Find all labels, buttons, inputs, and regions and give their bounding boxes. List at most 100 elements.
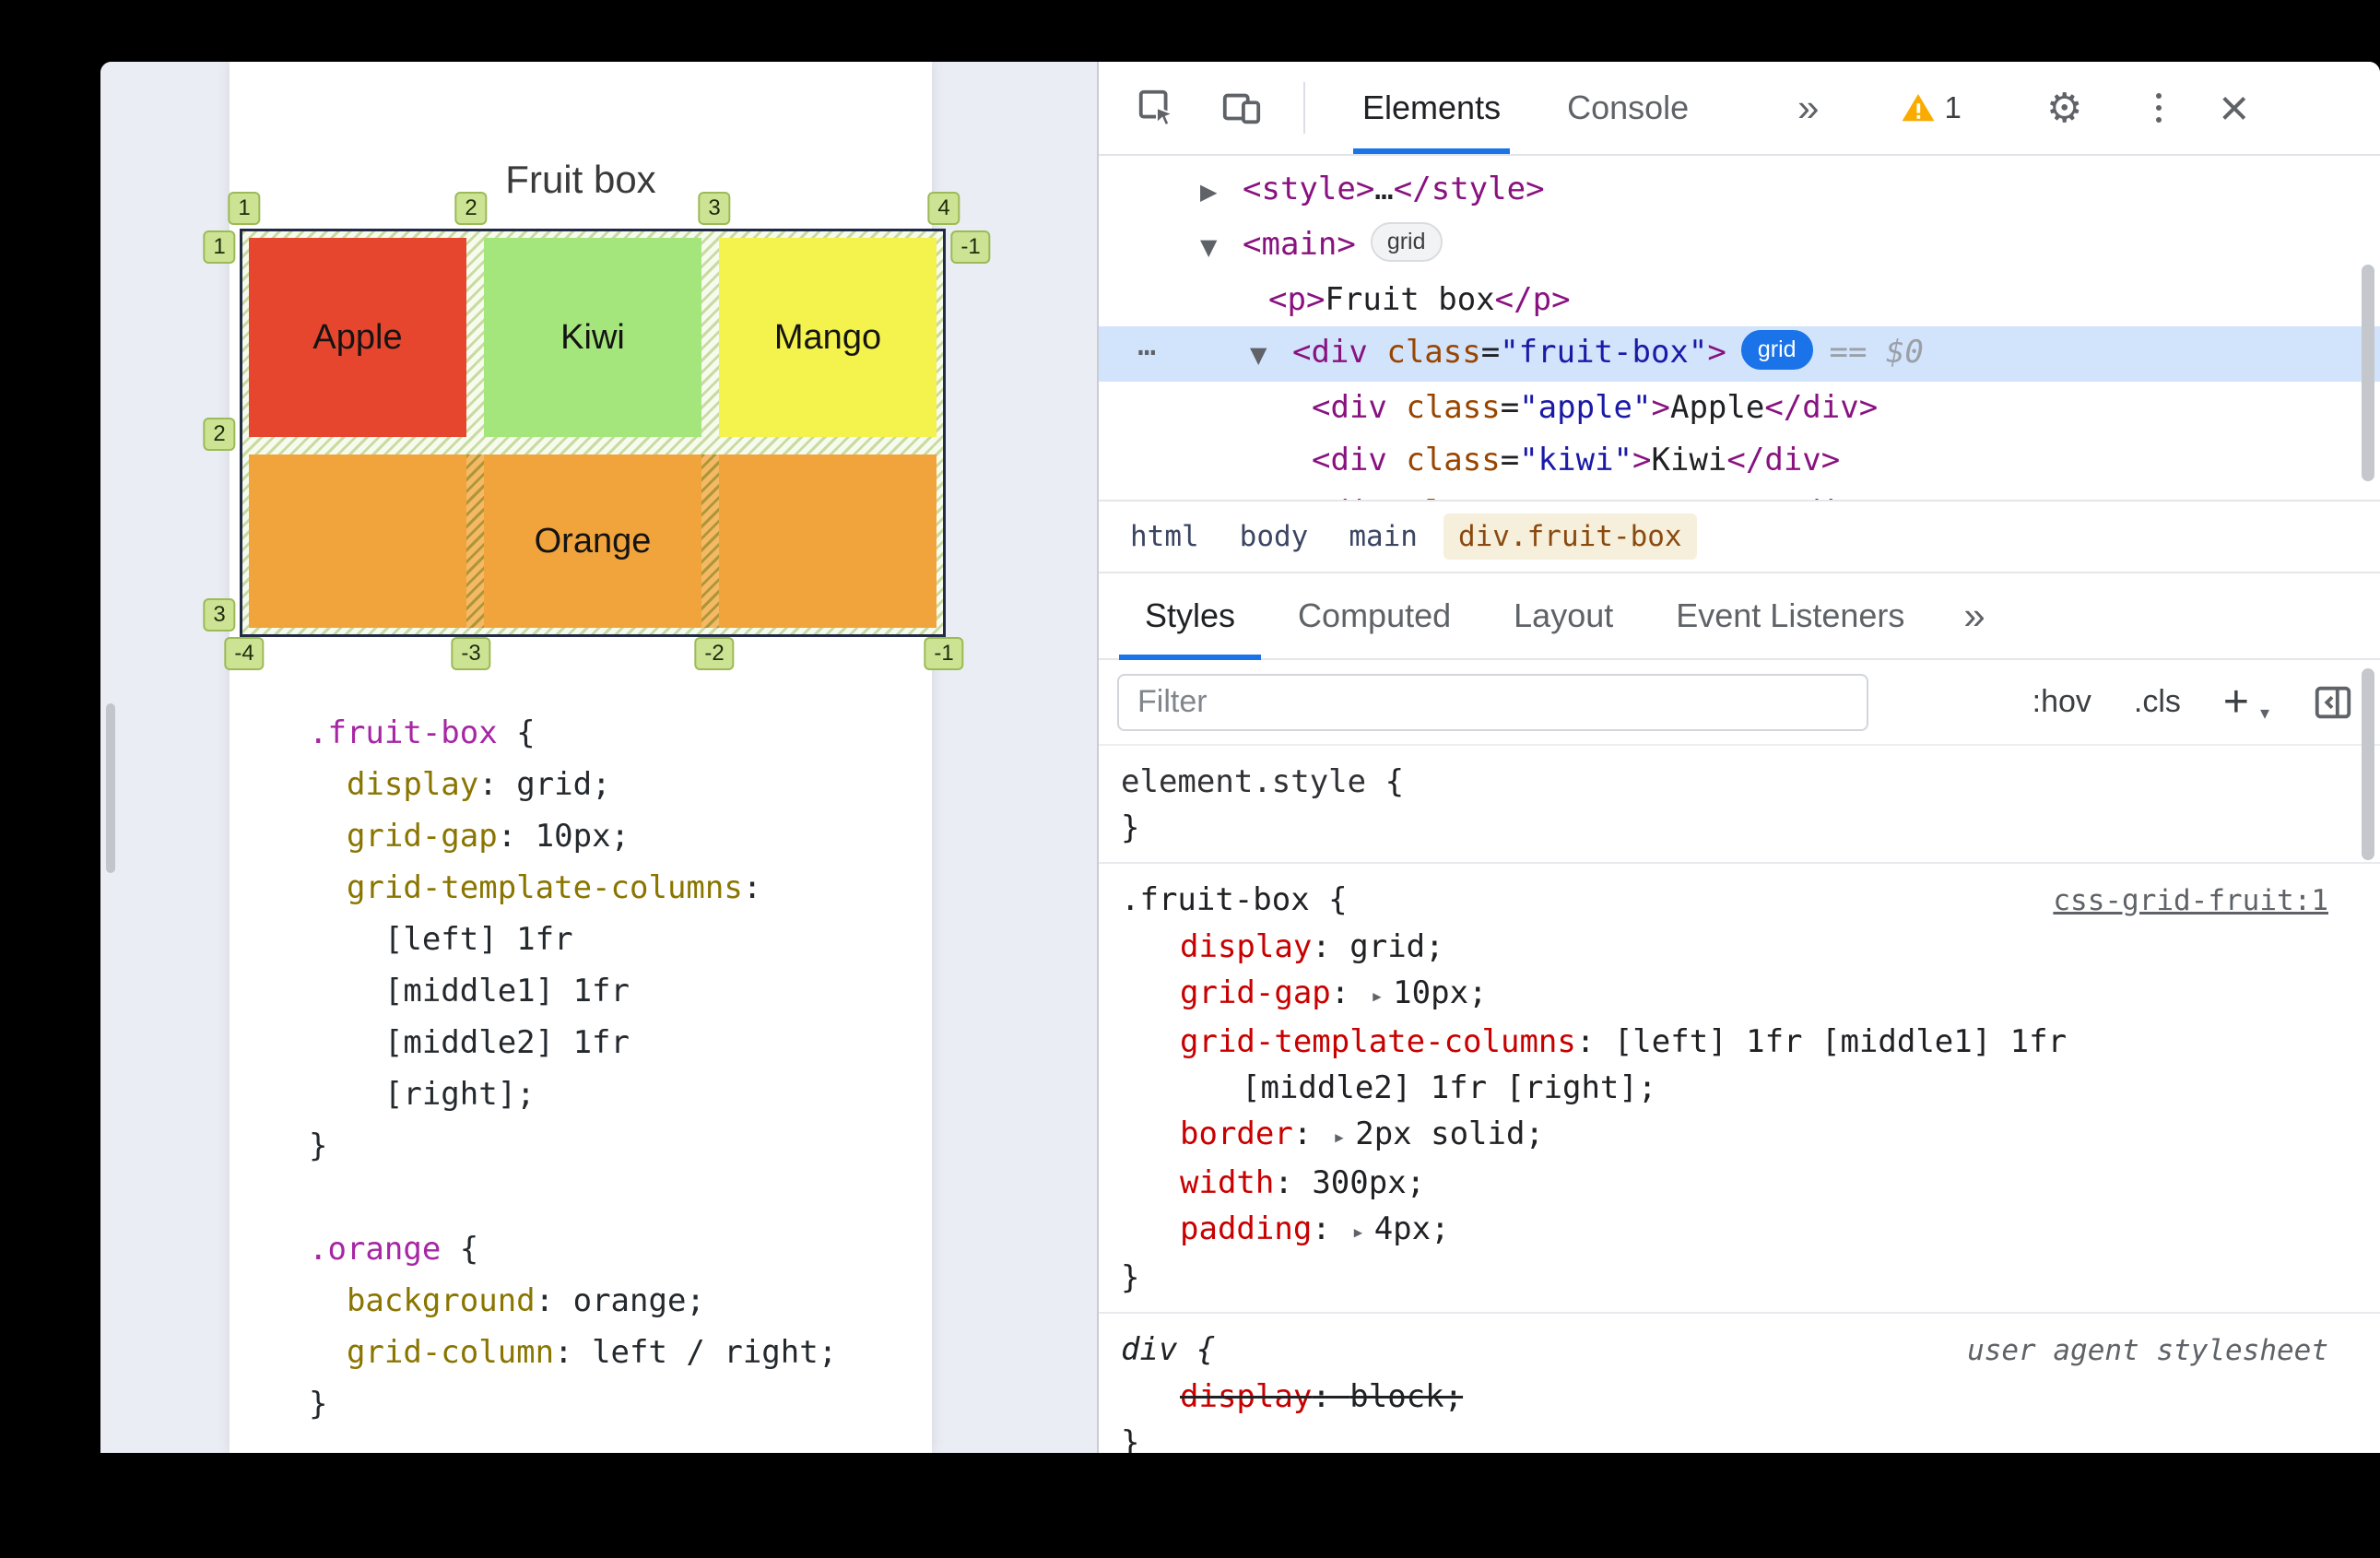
breadcrumb-item[interactable]: html (1115, 513, 1214, 560)
css-rule-close-brace: } (1121, 1259, 1140, 1296)
more-panels-icon[interactable]: » (1963, 594, 1985, 638)
warning-icon (1902, 93, 1934, 122)
dom-tree-node[interactable]: <div class="kiwi">Kiwi</div> (1099, 434, 2380, 487)
toggle-sidebar-icon[interactable] (2312, 681, 2354, 724)
css-rule-close-brace: } (1121, 809, 1140, 846)
css-property[interactable]: width: 300px; (1121, 1160, 2328, 1206)
css-property[interactable]: [middle2] 1fr [right]; (1121, 1065, 2328, 1111)
new-style-rule-button[interactable]: + (2223, 677, 2249, 727)
code-line: grid-template-columns: (346, 869, 762, 906)
grid-line-number-badge: -2 (694, 637, 735, 670)
breadcrumb-item[interactable]: div.fruit-box (1443, 513, 1697, 560)
tab-layout[interactable]: Layout (1482, 573, 1644, 658)
console-warning-badge[interactable]: 1 (1901, 90, 1962, 125)
more-actions-icon[interactable]: ⋯ (1137, 326, 1158, 379)
code-line: } (309, 1386, 328, 1422)
code-line: .orange { (309, 1231, 479, 1268)
css-property[interactable]: grid-template-columns: [left] 1fr [middl… (1121, 1019, 2328, 1065)
tab-computed[interactable]: Computed (1267, 573, 1482, 658)
css-rule: div { user agent stylesheet display: block… (1099, 1314, 2380, 1453)
css-rule: element.style {} (1099, 746, 2380, 864)
css-rule-selector[interactable]: .fruit-box { (1121, 877, 1348, 923)
styles-scrollbar-thumb[interactable] (2362, 668, 2374, 860)
styles-filter-bar: :hov .cls + ▾ (1099, 660, 2380, 746)
breadcrumb-item[interactable]: main (1334, 513, 1432, 560)
grid-cell-kiwi: Kiwi (484, 238, 701, 437)
grid-line-number-badge: 4 (927, 192, 960, 225)
code-line: [middle1] 1fr (309, 973, 630, 1009)
settings-gear-icon[interactable]: ⚙ (2046, 85, 2082, 132)
css-rule-selector[interactable]: div { (1121, 1327, 1215, 1373)
dom-tree-node[interactable]: ▶ <style>…</style> (1099, 163, 2380, 218)
toggle-hover-state-button[interactable]: :hov (2032, 684, 2091, 720)
css-property[interactable]: display: grid; (1121, 924, 2328, 970)
dom-tree-node[interactable]: <p>Fruit box</p> (1099, 274, 2380, 326)
devtools-panel: Elements Console » 1 ⚙ × ▶ <style>…</style… (1097, 62, 2380, 1453)
devtools-menu-icon[interactable] (2156, 93, 2162, 123)
grid-gap-hatch (466, 454, 484, 628)
dom-tree-node[interactable]: <div class="mango">Mango</div> (1099, 487, 2380, 500)
css-property[interactable]: border: ▸ 2px solid; (1121, 1111, 2328, 1160)
grid-line-number-badge: -1 (924, 637, 964, 670)
stylesheet-link[interactable]: user agent stylesheet (1967, 1328, 2328, 1374)
code-line: [middle2] 1fr (309, 1024, 630, 1061)
grid-line-number-badge: -4 (224, 637, 265, 670)
code-line: .fruit-box { (309, 714, 536, 751)
tab-styles[interactable]: Styles (1113, 573, 1267, 660)
page-scrollbar[interactable] (106, 703, 115, 873)
code-line: grid-column: left / right; (346, 1334, 838, 1371)
grid-line-number-badge: 3 (698, 192, 731, 225)
dom-tree-node[interactable]: <div class="apple">Apple</div> (1099, 382, 2380, 434)
inspect-element-icon[interactable] (1136, 87, 1178, 129)
code-line: background: orange; (346, 1282, 705, 1319)
dom-scrollbar-thumb[interactable] (2362, 265, 2374, 481)
browser-window: Fruit box Apple Kiwi Mango Orange .fruit-bo… (100, 62, 2380, 1453)
new-style-rule-caret-icon[interactable]: ▾ (2260, 702, 2269, 725)
grid-cell-apple: Apple (249, 238, 466, 437)
expand-arrow-icon[interactable]: ▶ (1200, 166, 1243, 218)
grid-line-number-badge: 3 (203, 598, 236, 631)
css-rule-close-brace: } (1121, 1424, 1140, 1453)
screenshot-frame: Fruit box Apple Kiwi Mango Orange .fruit-bo… (0, 0, 2380, 1558)
grid-gap-hatch (701, 454, 719, 628)
grid-line-number-badge: 2 (203, 418, 236, 451)
grid-line-number-badge: 1 (203, 230, 236, 264)
grid-line-number-badge: 2 (454, 192, 488, 225)
toolbar-divider (1303, 82, 1305, 134)
expand-arrow-icon[interactable]: ▼ (1200, 221, 1243, 274)
dom-tree: ▶ <style>…</style> ▼ <main> grid <p>Fruit box… (1099, 156, 2380, 500)
css-rule-selector[interactable]: element.style { (1121, 759, 1404, 805)
code-line: [right]; (309, 1076, 536, 1113)
code-line: } (309, 1127, 328, 1164)
css-property[interactable]: display: block; (1121, 1374, 2328, 1420)
warning-count: 1 (1944, 90, 1962, 124)
grid-cell-mango: Mango (719, 238, 937, 437)
dom-tree-node[interactable]: ▼ <main> grid (1099, 218, 2380, 274)
dom-tree-node[interactable]: ⋯ ▼ <div class="fruit-box"> grid == $0 (1099, 326, 2380, 382)
code-line: [left] 1fr (309, 921, 573, 958)
styles-pane-tabs: Styles Computed Layout Event Listeners » (1099, 572, 2380, 660)
page-viewport: Fruit box Apple Kiwi Mango Orange .fruit-bo… (100, 62, 1097, 1453)
tab-console[interactable]: Console (1556, 62, 1700, 154)
css-property[interactable]: grid-gap: ▸ 10px; (1121, 970, 2328, 1019)
stylesheet-link[interactable]: css-grid-fruit:1 (2053, 878, 2328, 924)
page-code-block: .fruit-box { display: grid; grid-gap: 10… (309, 707, 837, 1430)
devtools-toolbar: Elements Console » 1 ⚙ × (1099, 62, 2380, 156)
breadcrumb: html body main div.fruit-box (1099, 500, 2380, 572)
css-property[interactable]: padding: ▸ 4px; (1121, 1206, 2328, 1255)
tab-event-listeners[interactable]: Event Listeners (1644, 573, 1936, 658)
more-tabs-icon[interactable]: » (1797, 86, 1819, 130)
css-grid-overlay: Apple Kiwi Mango Orange (240, 229, 946, 637)
toggle-element-classes-button[interactable]: .cls (2134, 684, 2181, 720)
styles-pane: element.style {} .fruit-box { css-grid-fru… (1099, 746, 2380, 1453)
device-toolbar-icon[interactable] (1220, 87, 1263, 129)
expand-arrow-icon[interactable]: ▼ (1250, 329, 1292, 382)
breadcrumb-item[interactable]: body (1225, 513, 1324, 560)
css-rule: .fruit-box { css-grid-fruit:1 display: gri… (1099, 864, 2380, 1314)
styles-filter-input[interactable] (1117, 673, 1868, 731)
code-line: grid-gap: 10px; (346, 818, 630, 855)
tab-elements[interactable]: Elements (1351, 62, 1512, 154)
close-devtools-icon[interactable]: × (2219, 82, 2249, 134)
grid-line-number-badge: 1 (228, 192, 261, 225)
